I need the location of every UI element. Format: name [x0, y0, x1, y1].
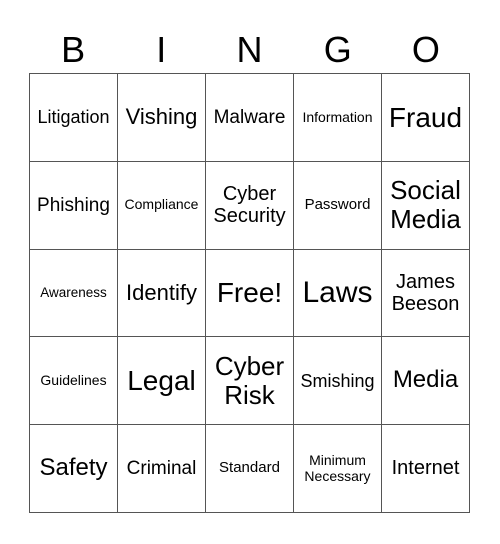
bingo-cell: Legal [118, 337, 206, 426]
header-letter-b: B [61, 29, 86, 70]
header-letter-o: O [411, 29, 440, 70]
header-letter-g: G [323, 29, 352, 70]
header-letter-n: N [236, 29, 263, 70]
bingo-cell: Standard [206, 425, 294, 513]
bingo-cell: Cyber Security [206, 161, 294, 250]
bingo-cell: Media [382, 337, 470, 426]
bingo-cell: Vishing [118, 74, 206, 162]
bingo-cell: Litigation [30, 74, 118, 162]
bingo-cell: Minimum Necessary [294, 425, 382, 513]
bingo-cell: Identify [118, 249, 206, 338]
bingo-cell: Compliance [118, 161, 206, 250]
bingo-cell: Password [294, 161, 382, 250]
bingo-cell: Phishing [30, 161, 118, 250]
bingo-cell: Safety [30, 425, 118, 513]
bingo-header: B I N G O [29, 28, 470, 72]
bingo-cell: Guidelines [30, 337, 118, 426]
bingo-cell: Social Media [382, 161, 470, 250]
bingo-cell: Awareness [30, 249, 118, 338]
header-letter-i: I [156, 29, 167, 70]
bingo-cell: Fraud [382, 74, 470, 162]
bingo-cell: Criminal [118, 425, 206, 513]
free-space: Free! [206, 249, 294, 338]
bingo-cell: Laws [294, 249, 382, 338]
bingo-cell: Cyber Risk [206, 337, 294, 426]
bingo-grid: Litigation Vishing Malware Information F… [29, 73, 470, 513]
bingo-cell: Malware [206, 74, 294, 162]
bingo-cell: Internet [382, 425, 470, 513]
bingo-cell: James Beeson [382, 249, 470, 338]
bingo-cell: Information [294, 74, 382, 162]
bingo-cell: Smishing [294, 337, 382, 426]
